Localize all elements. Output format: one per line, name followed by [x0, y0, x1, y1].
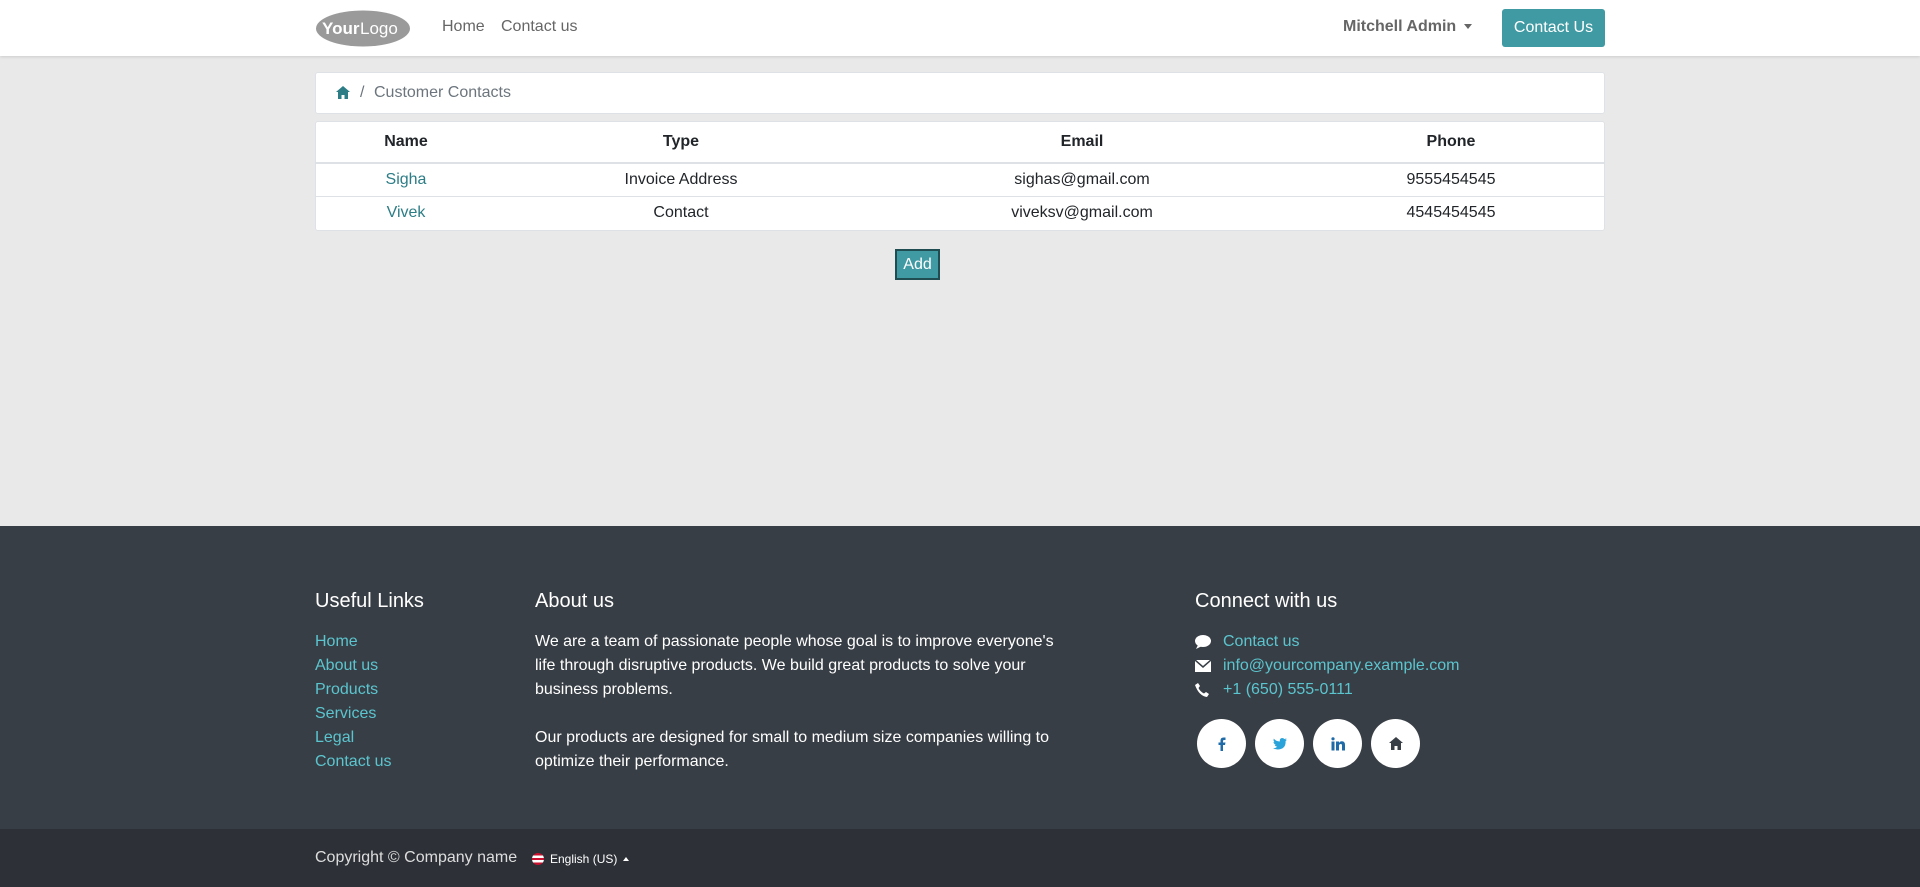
svg-text:Your: Your: [322, 19, 360, 38]
connect-title: Connect with us: [1195, 590, 1338, 612]
contact-us-button[interactable]: Contact Us: [1502, 9, 1605, 47]
footer-link-home[interactable]: Home: [315, 630, 391, 654]
contact-name-link[interactable]: Vivek: [387, 204, 426, 221]
contact-type: Contact: [653, 203, 709, 221]
contact-line-chat: Contact us: [1195, 630, 1460, 654]
footer: Useful Links Home About us Products Serv…: [0, 526, 1920, 829]
footer-link-products[interactable]: Products: [315, 678, 391, 702]
home-icon[interactable]: [336, 86, 350, 99]
top-navbar: Your Logo Home Contact us Mitchell Admin…: [0, 0, 1920, 56]
phone-icon: [1195, 683, 1223, 697]
user-menu-dropdown[interactable]: Mitchell Admin: [1343, 18, 1473, 36]
about-paragraph-1: We are a team of passionate people whose…: [535, 633, 1054, 698]
about-paragraph-2: Our products are designed for small to m…: [535, 729, 1050, 770]
comment-icon: [1195, 635, 1223, 649]
copyright-bar: Copyright © Company name English (US): [0, 829, 1920, 887]
nav-link-home[interactable]: Home: [442, 18, 485, 36]
about-us-title: About us: [535, 590, 614, 612]
footer-email-link[interactable]: info@yourcompany.example.com: [1223, 657, 1460, 675]
column-header-email: Email: [866, 122, 1298, 164]
table-row: Vivek Contact viveksv@gmail.com 45454545…: [316, 196, 1604, 229]
contact-name-link[interactable]: Sigha: [386, 171, 427, 188]
language-selector[interactable]: English (US): [532, 852, 630, 866]
contact-info: Contact us info@yourcompany.example.com …: [1195, 630, 1460, 702]
svg-text:Logo: Logo: [360, 19, 398, 38]
column-header-type: Type: [496, 122, 866, 164]
add-contact-button[interactable]: Add: [895, 249, 940, 280]
column-header-name: Name: [316, 122, 496, 164]
us-flag-icon: [532, 853, 544, 865]
linkedin-icon[interactable]: [1313, 719, 1362, 768]
footer-link-about-us[interactable]: About us: [315, 654, 391, 678]
footer-link-services[interactable]: Services: [315, 702, 391, 726]
footer-contact-link[interactable]: Contact us: [1223, 633, 1299, 651]
table-header-row: Name Type Email Phone: [316, 122, 1604, 164]
breadcrumb-current: Customer Contacts: [374, 84, 511, 101]
chevron-down-icon: [1464, 24, 1473, 30]
contact-phone: 9555454545: [1298, 163, 1604, 197]
envelope-icon: [1195, 660, 1223, 672]
nav-link-contact-us[interactable]: Contact us: [501, 18, 577, 36]
footer-phone-link[interactable]: +1 (650) 555-0111: [1223, 681, 1353, 699]
facebook-icon[interactable]: [1197, 719, 1246, 768]
about-us-text: We are a team of passionate people whose…: [535, 630, 1065, 798]
twitter-icon[interactable]: [1255, 719, 1304, 768]
contact-line-email: info@yourcompany.example.com: [1195, 654, 1460, 678]
language-label: English (US): [550, 852, 618, 866]
column-header-phone: Phone: [1298, 122, 1604, 164]
breadcrumb-separator: /: [360, 84, 365, 101]
chevron-up-icon: [623, 857, 630, 861]
company-logo[interactable]: Your Logo: [315, 10, 411, 47]
contact-line-phone: +1 (650) 555-0111: [1195, 678, 1460, 702]
contact-phone: 4545454545: [1406, 203, 1496, 221]
contact-email: viveksv@gmail.com: [1011, 203, 1153, 221]
footer-link-legal[interactable]: Legal: [315, 726, 391, 750]
contacts-table: Name Type Email Phone Sigha Invoice Addr…: [315, 121, 1605, 231]
contact-type: Invoice Address: [496, 163, 866, 197]
contact-email: sighas@gmail.com: [866, 163, 1298, 197]
table-row: Sigha Invoice Address sighas@gmail.com 9…: [316, 163, 1604, 197]
copyright-text: Copyright © Company name: [315, 849, 518, 866]
user-name: Mitchell Admin: [1343, 18, 1457, 35]
home-icon[interactable]: [1371, 719, 1420, 768]
footer-link-contact-us[interactable]: Contact us: [315, 750, 391, 774]
breadcrumb: / Customer Contacts: [315, 72, 1605, 114]
useful-links-list: Home About us Products Services Legal Co…: [315, 630, 391, 774]
useful-links-title: Useful Links: [315, 590, 424, 612]
